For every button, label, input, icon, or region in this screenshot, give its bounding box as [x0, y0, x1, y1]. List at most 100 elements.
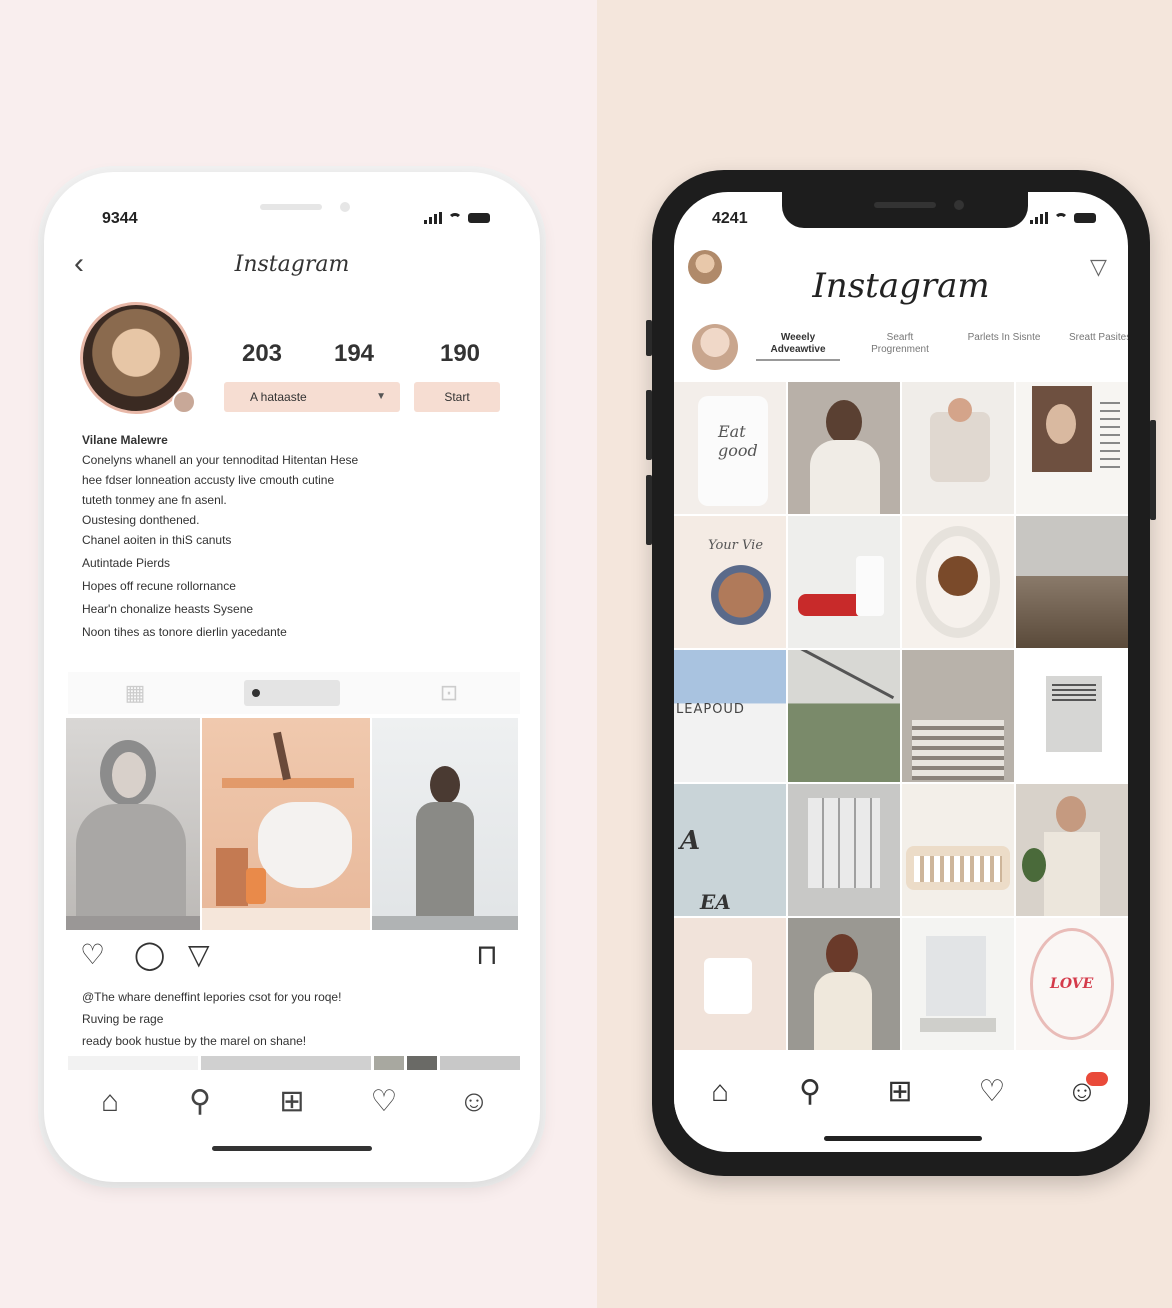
grid-photo-book[interactable] [1016, 650, 1128, 782]
right-phone: 4241 Instagram ▽ Weeely Adveawtive Searf… [646, 170, 1156, 1176]
heart-icon[interactable]: ♡ [972, 1072, 1012, 1112]
add-post-icon[interactable]: ⊞ [272, 1082, 312, 1122]
caption-line: @The whare deneffint lepories csot for y… [82, 990, 342, 1004]
grid-photo-red-car[interactable] [788, 516, 900, 648]
post-photo-woman[interactable] [66, 718, 200, 930]
share-send-icon[interactable]: ▽ [188, 940, 210, 970]
grid-photo-hoodie[interactable]: Eat good [674, 382, 786, 514]
tab-highlight[interactable]: Sreatt Pasitesiu [1062, 332, 1128, 344]
bio-line: Autintade Pierds [82, 556, 171, 570]
home-indicator [824, 1136, 982, 1141]
signal-icon [424, 212, 442, 224]
next-post-preview [68, 1056, 520, 1070]
home-icon[interactable]: ⌂ [700, 1072, 740, 1112]
bio-line: tuteth tonmey ane fn asenl. [82, 493, 227, 507]
grid-photo-woman-sitting[interactable] [788, 918, 900, 1050]
story-avatar[interactable] [692, 324, 738, 370]
tagged-tab-icon[interactable]: ⊡ [436, 680, 462, 706]
highlight-tabs: Weeely Adveawtive Searft Progrenment Par… [674, 320, 1128, 384]
grid-photo-mug[interactable] [674, 918, 786, 1050]
bio-line: Noon tihes as tonore dierlin yacedante [82, 625, 287, 639]
left-phone: 9344 ‹ Instagram 203 194 190 A hataaste … [44, 172, 540, 1182]
bio-line: Conelyns whanell an your tennoditad Hite… [82, 453, 359, 467]
chevron-down-icon: ▼ [376, 391, 386, 402]
bio-line: Hear'n chonalize heasts Sysene [82, 602, 254, 616]
grid-photo-man[interactable] [1016, 784, 1128, 916]
heart-icon[interactable]: ♡ [364, 1082, 404, 1122]
search-icon[interactable]: ⚲ [790, 1072, 830, 1112]
grid-photo-woman-sweater[interactable] [788, 382, 900, 514]
caption-line: ready book hustue by the marel on shane! [82, 1034, 307, 1048]
post-photo-person[interactable] [372, 718, 518, 930]
grid-photo-sofa[interactable] [902, 784, 1014, 916]
profile-select-label: A hataaste [250, 390, 307, 404]
profile-header: ‹ Instagram [44, 242, 540, 290]
tab-highlight[interactable]: Parlets In Sisnte [962, 332, 1046, 344]
start-button[interactable]: Start [414, 382, 500, 412]
poster-text: Your Vie [708, 538, 764, 553]
profile-icon[interactable]: ☺ [454, 1082, 494, 1122]
post-photo-teapot[interactable] [202, 718, 370, 930]
add-post-icon[interactable]: ⊞ [880, 1072, 920, 1112]
bottom-nav: ⌂ ⚲ ⊞ ♡ ☺ [674, 1064, 1128, 1124]
tab-highlight[interactable]: Weeely Adveawtive [756, 332, 840, 361]
status-icons [1030, 212, 1096, 224]
stat-following[interactable]: 190 [420, 340, 500, 368]
grid-photo-houses[interactable] [1016, 516, 1128, 648]
profile-name: Vilane Malewre [82, 433, 168, 447]
battery-icon [1074, 213, 1096, 223]
card-text: LOVE [1050, 976, 1094, 992]
battery-icon [468, 213, 490, 223]
notch [782, 192, 1028, 228]
right-screen: 4241 Instagram ▽ Weeely Adveawtive Searf… [674, 192, 1128, 1152]
app-title: Instagram [812, 266, 990, 306]
grid-photo-portrait[interactable] [1016, 382, 1128, 514]
profile-card: 203 194 190 A hataaste ▼ Start Vilane Ma… [68, 290, 520, 660]
wifi-icon [448, 213, 462, 223]
front-camera [340, 202, 350, 212]
grid-photo-sign[interactable]: LEAPOUD [674, 650, 786, 782]
volume-up-button [646, 390, 652, 460]
status-time: 4241 [712, 210, 748, 227]
bio-line: Hopes off recune rollornance [82, 579, 236, 593]
grid-photo-letter-a[interactable]: A EA [674, 784, 786, 916]
grid-photo-card[interactable]: LOVE [1016, 918, 1128, 1050]
profile-bio: Vilane Malewre Conelyns whanell an your … [82, 430, 502, 642]
speaker-grille [260, 204, 322, 210]
comment-icon[interactable]: ◯ [134, 940, 165, 970]
status-icons [424, 212, 490, 224]
signal-icon [1030, 212, 1048, 224]
grid-photo-room[interactable] [902, 918, 1014, 1050]
mute-switch [646, 320, 652, 356]
bookmark-icon[interactable]: ⊓ [476, 940, 498, 970]
caption-line: Ruving be rage [82, 1012, 164, 1026]
like-heart-icon[interactable]: ♡ [80, 940, 105, 970]
grid-photo-gallery-wall[interactable] [788, 784, 900, 916]
front-camera [954, 200, 964, 210]
grid-photo-stairs[interactable] [902, 650, 1014, 782]
direct-message-icon[interactable]: ▽ [1090, 254, 1107, 280]
app-title: Instagram [234, 252, 350, 277]
status-time: 9344 [102, 210, 138, 227]
grid-photo-bed[interactable] [902, 382, 1014, 514]
grid-photo-plants[interactable] [788, 650, 900, 782]
sign-text: LEAPOUD [676, 702, 745, 717]
home-indicator [212, 1146, 372, 1151]
grid-tab-icon[interactable]: ▦ [122, 680, 148, 706]
volume-down-button [646, 475, 652, 545]
stat-posts[interactable]: 203 [222, 340, 302, 368]
home-icon[interactable]: ⌂ [90, 1082, 130, 1122]
tab-highlight[interactable]: Searft Progrenment [858, 332, 942, 356]
avatar-badge-icon [172, 390, 196, 414]
letter-a: A [680, 826, 701, 856]
stat-followers[interactable]: 194 [314, 340, 394, 368]
profile-select[interactable]: A hataaste ▼ [224, 382, 400, 412]
grid-photo-food-bowl[interactable] [902, 516, 1014, 648]
search-icon[interactable]: ⚲ [180, 1082, 220, 1122]
photo-grid: Eat good Your Vie LEAPOUD A EA LOVE [674, 382, 1128, 1056]
notification-badge [1086, 1072, 1108, 1086]
grid-photo-poster[interactable]: Your Vie [674, 516, 786, 648]
hoodie-text: Eat good [718, 422, 758, 460]
tab-active[interactable] [244, 680, 340, 706]
power-button [1150, 420, 1156, 520]
